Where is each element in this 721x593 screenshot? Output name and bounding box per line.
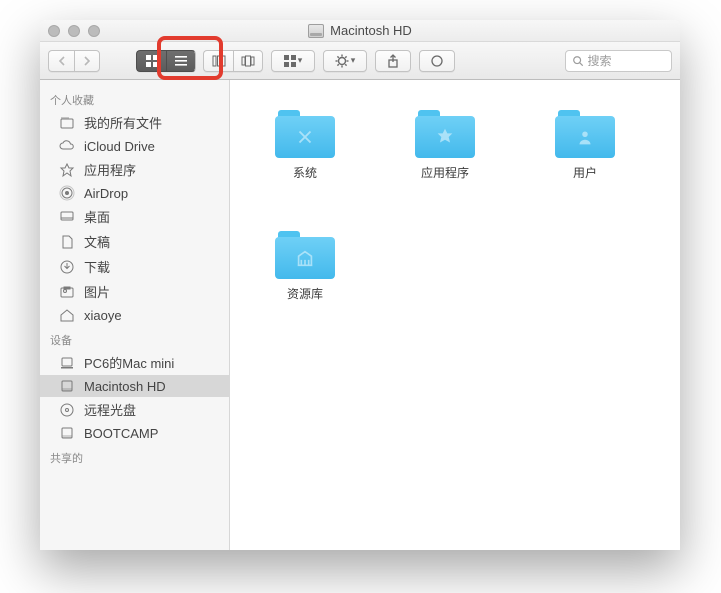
sidebar-item-label: 远程光盘 — [84, 400, 136, 419]
search-field[interactable]: 搜索 — [565, 50, 673, 72]
sidebar-item-airdrop[interactable]: AirDrop — [40, 182, 229, 204]
sidebar-item-label: 图片 — [84, 282, 110, 301]
sidebar-section-shared: 共享的 — [40, 444, 229, 468]
sidebar: 个人收藏 我的所有文件 iCloud Drive 应用程序 AirDrop 桌面 — [40, 80, 230, 550]
folder-icon — [415, 110, 475, 158]
close-window-button[interactable] — [48, 25, 60, 37]
sidebar-item-label: BOOTCAMP — [84, 426, 158, 441]
nav-buttons — [48, 50, 100, 72]
volume-icon — [308, 24, 324, 38]
sidebar-item-pictures[interactable]: 图片 — [40, 279, 229, 304]
folder-label: 资源库 — [287, 285, 323, 302]
sidebar-item-label: 下载 — [84, 257, 110, 276]
share-button[interactable] — [375, 50, 411, 72]
sidebar-item-label: iCloud Drive — [84, 139, 155, 154]
sidebar-section-favorites: 个人收藏 — [40, 86, 229, 110]
sidebar-item-documents[interactable]: 文稿 — [40, 229, 229, 254]
action-button[interactable]: ▾ — [323, 50, 367, 72]
sidebar-item-desktop[interactable]: 桌面 — [40, 204, 229, 229]
folder-label: 用户 — [573, 164, 597, 181]
content-area[interactable]: 系统 应用程序 用户 — [230, 80, 680, 550]
computer-icon — [58, 355, 76, 371]
zoom-window-button[interactable] — [88, 25, 100, 37]
sidebar-item-label: 我的所有文件 — [84, 113, 162, 132]
view-mode-segment-rest — [203, 50, 263, 72]
all-files-icon — [58, 115, 76, 131]
search-icon — [572, 55, 584, 67]
sidebar-item-all-files[interactable]: 我的所有文件 — [40, 110, 229, 135]
sidebar-item-home[interactable]: xiaoye — [40, 304, 229, 326]
folder-label: 应用程序 — [421, 164, 469, 181]
sidebar-item-label: PC6的Mac mini — [84, 353, 174, 372]
icloud-icon — [58, 138, 76, 154]
sidebar-item-downloads[interactable]: 下载 — [40, 254, 229, 279]
hdd-icon — [58, 378, 76, 394]
sidebar-item-icloud[interactable]: iCloud Drive — [40, 135, 229, 157]
sidebar-item-applications[interactable]: 应用程序 — [40, 157, 229, 182]
sidebar-item-label: xiaoye — [84, 308, 122, 323]
sidebar-item-label: Macintosh HD — [84, 379, 166, 394]
sidebar-item-label: 桌面 — [84, 207, 110, 226]
edit-tags-button[interactable] — [419, 50, 455, 72]
column-view-button[interactable] — [203, 50, 233, 72]
sidebar-item-label: 应用程序 — [84, 160, 136, 179]
view-mode-segment-active — [136, 50, 196, 72]
folder-icon — [555, 110, 615, 158]
folder-icon — [275, 110, 335, 158]
forward-button[interactable] — [74, 50, 100, 72]
sidebar-section-devices: 设备 — [40, 326, 229, 350]
window-controls — [48, 25, 100, 37]
hdd-alt-icon — [58, 425, 76, 441]
sidebar-item-label: AirDrop — [84, 186, 128, 201]
titlebar[interactable]: Macintosh HD — [40, 20, 680, 42]
folder-applications[interactable]: 应用程序 — [410, 110, 480, 181]
coverflow-view-button[interactable] — [233, 50, 263, 72]
folder-system[interactable]: 系统 — [270, 110, 340, 181]
finder-window: Macintosh HD — [40, 20, 680, 550]
sidebar-item-label: 文稿 — [84, 232, 110, 251]
downloads-icon — [58, 259, 76, 275]
arrange-button[interactable]: ▾ — [271, 50, 315, 72]
pictures-icon — [58, 284, 76, 300]
minimize-window-button[interactable] — [68, 25, 80, 37]
sidebar-item-macintosh-hd[interactable]: Macintosh HD — [40, 375, 229, 397]
documents-icon — [58, 234, 76, 250]
sidebar-item-remote-disc[interactable]: 远程光盘 — [40, 397, 229, 422]
sidebar-item-computer[interactable]: PC6的Mac mini — [40, 350, 229, 375]
toolbar: ▾ ▾ 搜索 — [40, 42, 680, 80]
sidebar-item-bootcamp[interactable]: BOOTCAMP — [40, 422, 229, 444]
folder-library[interactable]: 资源库 — [270, 231, 340, 302]
desktop-icon — [58, 209, 76, 225]
folder-label: 系统 — [293, 164, 317, 181]
folder-users[interactable]: 用户 — [550, 110, 620, 181]
home-icon — [58, 307, 76, 323]
back-button[interactable] — [48, 50, 74, 72]
list-view-button[interactable] — [166, 50, 196, 72]
icon-grid: 系统 应用程序 用户 — [230, 80, 680, 332]
airdrop-icon — [58, 185, 76, 201]
search-placeholder: 搜索 — [588, 52, 612, 69]
applications-icon — [58, 162, 76, 178]
window-title: Macintosh HD — [330, 23, 412, 38]
disc-icon — [58, 402, 76, 418]
icon-view-button[interactable] — [136, 50, 166, 72]
folder-icon — [275, 231, 335, 279]
